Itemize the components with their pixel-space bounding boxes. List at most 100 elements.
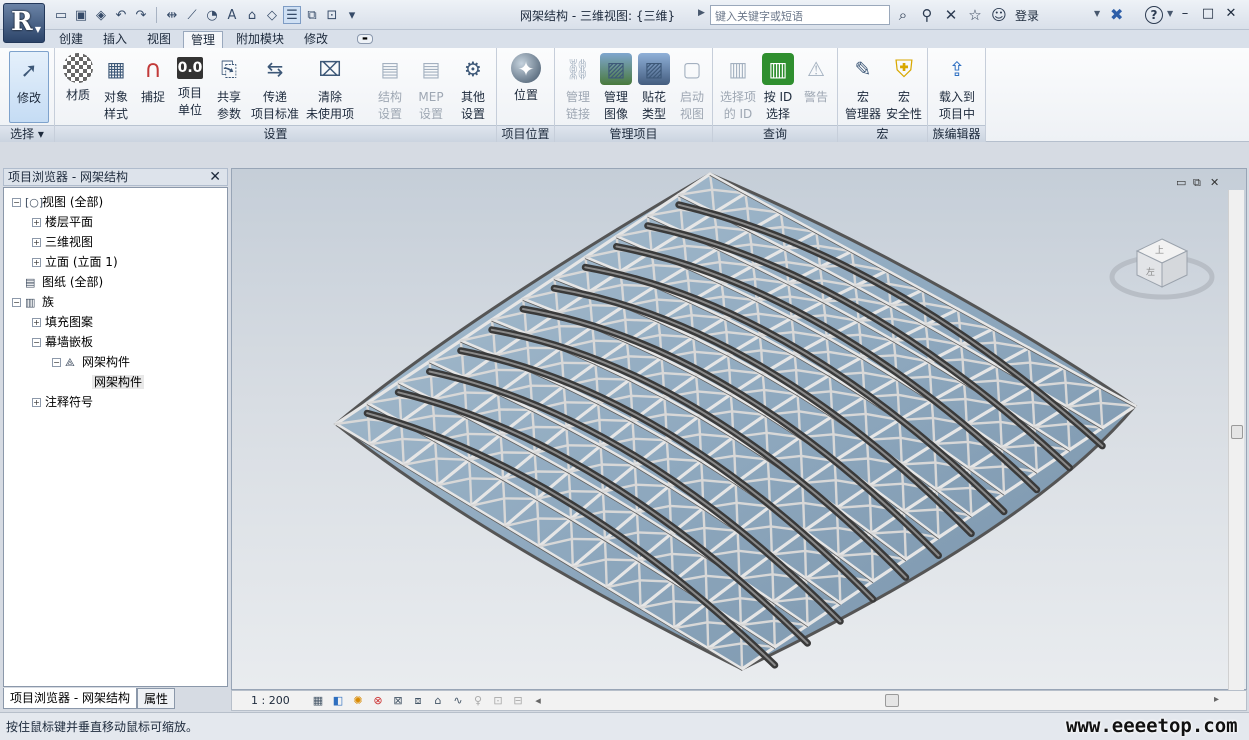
user-icon[interactable]: ☺: [989, 5, 1009, 25]
tab-create[interactable]: 创建: [55, 31, 87, 48]
scroll-left-icon[interactable]: ◂: [530, 693, 546, 709]
tab-modify[interactable]: 修改: [296, 31, 336, 48]
communication-icon[interactable]: ✕: [941, 5, 961, 25]
chevron-down-icon[interactable]: ▼: [1167, 9, 1173, 18]
analytical-model-icon[interactable]: ⊡: [490, 693, 506, 709]
truss-diagonal: [631, 419, 635, 440]
load-into-project-button[interactable]: ⇪ 载入到 项目中: [936, 51, 978, 123]
space-truss-model[interactable]: [232, 169, 1247, 690]
close-icon[interactable]: ✕: [1210, 176, 1219, 189]
vertical-scrollbar[interactable]: [1228, 190, 1244, 690]
restore-icon[interactable]: ▭: [1176, 176, 1186, 189]
close-icon[interactable]: ✕: [1222, 5, 1240, 23]
location-button[interactable]: ✦ 位置: [505, 51, 547, 123]
tree-item-truss-type[interactable]: 网架构件: [92, 372, 145, 392]
open-icon[interactable]: ▭: [52, 6, 70, 24]
section-icon[interactable]: ◇: [263, 6, 281, 24]
transfer-project-standards-button[interactable]: ⇆ 传递 项目标准: [251, 51, 299, 123]
switch-windows-icon[interactable]: ⊡: [323, 6, 341, 24]
scroll-thumb[interactable]: [1231, 425, 1243, 439]
browser-tabs: 项目浏览器 - 网架结构 属性: [3, 688, 228, 710]
tree-item-truss-family[interactable]: − ⟁ 网架构件: [52, 352, 130, 372]
truss-diagonal: [603, 538, 607, 561]
tree-item-families[interactable]: − ▥ 族: [12, 292, 54, 312]
scroll-thumb[interactable]: [885, 694, 899, 707]
truss-diagonal: [665, 439, 670, 461]
object-styles-button[interactable]: ▦ 对象 样式: [95, 51, 137, 123]
tree-item-fill-patterns[interactable]: + 填充图案: [32, 312, 93, 332]
text-icon[interactable]: A: [223, 6, 241, 24]
binoculars-icon[interactable]: ⌕: [893, 5, 913, 25]
tab-addins[interactable]: 附加模块: [231, 31, 289, 48]
tab-properties[interactable]: 属性: [137, 688, 176, 709]
title-bar: R ▼ ▭ ▣ ◈ ↶ ↷ ⇹ ⟋ ◔ A ⌂ ◇ ☰ ⧉ ⊡ ▾ 网架结构 -…: [0, 0, 1249, 43]
tree-item-3d-views[interactable]: + 三维视图: [32, 232, 93, 252]
macro-security-button[interactable]: ⛨ 宏 安全性: [883, 51, 925, 123]
exchange-apps-icon[interactable]: ✖: [1110, 5, 1123, 24]
viewcube-face-label: 左: [1146, 268, 1156, 278]
view-scale[interactable]: 1 : 200: [251, 694, 290, 707]
truss-diagonal: [836, 526, 840, 558]
3d-view-canvas[interactable]: 上 左: [231, 168, 1247, 690]
thin-lines-icon[interactable]: ☰: [283, 6, 301, 24]
reveal-hidden-icon[interactable]: ♀: [470, 693, 486, 709]
favorites-icon[interactable]: ☆: [965, 5, 985, 25]
application-menu-button[interactable]: R ▼: [3, 3, 45, 43]
tab-manage[interactable]: 管理: [183, 31, 223, 48]
viewcube[interactable]: 上 左: [1107, 229, 1217, 309]
truss-diagonal: [903, 530, 907, 561]
tree-item-annotation-symbols[interactable]: + 注释符号: [32, 392, 93, 412]
customize-qat-icon[interactable]: ▾: [343, 6, 361, 24]
truss-diagonal: [398, 396, 403, 424]
lock-3d-icon[interactable]: ⌂: [430, 693, 446, 709]
tree-item-elevations[interactable]: + 立面 (立面 1): [32, 252, 118, 272]
redo-icon[interactable]: ↷: [132, 6, 150, 24]
save-icon[interactable]: ▣: [72, 6, 90, 24]
tab-view[interactable]: 视图: [141, 31, 177, 48]
tab-project-browser[interactable]: 项目浏览器 - 网架结构: [3, 688, 137, 709]
crop-view-icon[interactable]: ⧈: [410, 693, 426, 709]
select-by-id-button[interactable]: ▥ 按 ID 选择: [757, 51, 799, 123]
help-icon[interactable]: ?: [1145, 6, 1163, 24]
detail-level-icon[interactable]: ▦: [310, 693, 326, 709]
minimize-icon[interactable]: –: [1176, 5, 1194, 23]
truss-diagonal: [771, 573, 775, 603]
highlight-displacement-icon[interactable]: ⊟: [510, 693, 526, 709]
sun-path-icon[interactable]: ✺: [350, 693, 366, 709]
warnings-button[interactable]: ⚠ 警告: [795, 51, 837, 123]
purge-unused-button[interactable]: ⌧ 清除 未使用项: [306, 51, 354, 123]
expand-icon[interactable]: ▶: [698, 8, 705, 18]
visual-style-icon[interactable]: ◧: [330, 693, 346, 709]
tab-insert[interactable]: 插入: [97, 31, 133, 48]
sync-icon[interactable]: ◈: [92, 6, 110, 24]
modify-button[interactable]: ➚ 修改: [9, 51, 49, 123]
subscription-icon[interactable]: ⚲: [917, 5, 937, 25]
3d-view-icon[interactable]: ⌂: [243, 6, 261, 24]
shadows-icon[interactable]: ⊗: [370, 693, 386, 709]
measure-icon[interactable]: ⇹: [163, 6, 181, 24]
search-input[interactable]: 键入关键字或短语: [710, 5, 890, 25]
tree-item-views[interactable]: − [○]视图 (全部): [12, 192, 103, 212]
panel-title-project-location: 项目位置: [497, 125, 554, 142]
tree-item-floor-plans[interactable]: + 楼层平面: [32, 212, 93, 232]
rendering-icon[interactable]: ⊠: [390, 693, 406, 709]
close-icon[interactable]: ✕: [209, 169, 221, 185]
aligned-dimension-icon[interactable]: ⟋: [183, 6, 201, 24]
revit-logo-icon: R: [11, 7, 33, 37]
maximize-icon[interactable]: ⧉: [1193, 176, 1201, 190]
close-hidden-icon[interactable]: ⧉: [303, 6, 321, 24]
panel-title-select[interactable]: 选择 ▾: [0, 125, 54, 142]
login-link[interactable]: 登录: [1015, 7, 1039, 24]
truss-diagonal: [570, 537, 607, 541]
ribbon-minimize-toggle[interactable]: ▬: [357, 34, 373, 44]
chevron-down-icon[interactable]: ▼: [1094, 9, 1100, 18]
maximize-icon[interactable]: □: [1199, 5, 1217, 23]
tag-icon[interactable]: ◔: [203, 6, 221, 24]
additional-settings-button[interactable]: ⚙ 其他 设置: [452, 51, 494, 123]
undo-icon[interactable]: ↶: [112, 6, 130, 24]
scroll-right-icon[interactable]: ▸: [1214, 694, 1219, 705]
horizontal-scrollbar[interactable]: [572, 694, 1232, 708]
tree-item-curtain-panels[interactable]: − 幕墙嵌板: [32, 332, 93, 352]
tree-item-sheets[interactable]: ▤ 图纸 (全部): [12, 272, 103, 292]
temporary-hide-icon[interactable]: ∿: [450, 693, 466, 709]
